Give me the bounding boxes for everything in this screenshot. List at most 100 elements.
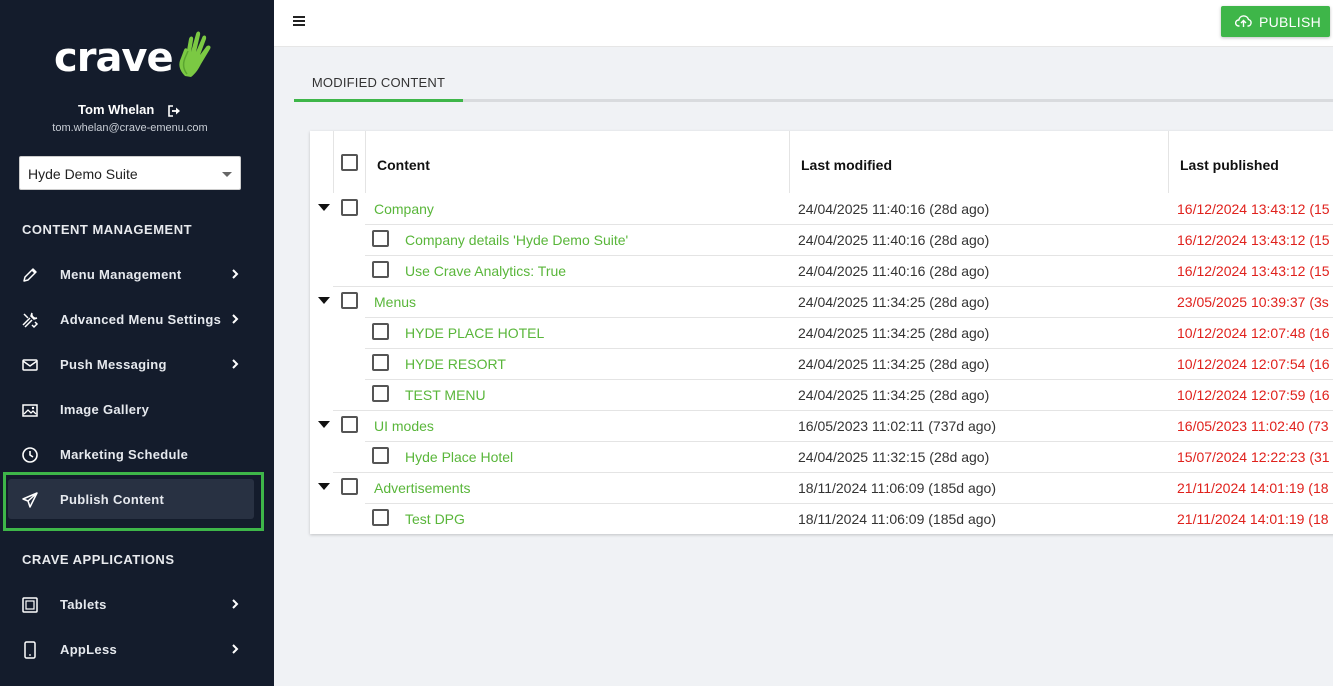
column-header-last-published[interactable]: Last published bbox=[1180, 131, 1279, 193]
row-checkbox[interactable] bbox=[341, 199, 358, 216]
hamburger-menu-icon[interactable] bbox=[293, 16, 305, 26]
tab-bar: MODIFIED CONTENT bbox=[294, 61, 1333, 102]
sidebar-item-publish-content[interactable]: Publish Content bbox=[0, 479, 274, 519]
content-name-link[interactable]: Company details 'Hyde Demo Suite' bbox=[405, 232, 628, 248]
row-checkbox[interactable] bbox=[341, 416, 358, 433]
suite-select[interactable]: Hyde Demo Suite bbox=[19, 156, 241, 190]
content-name-link[interactable]: Test DPG bbox=[405, 511, 465, 527]
logo-text: crave bbox=[54, 35, 174, 81]
last-published-value: 16/05/2023 11:02:40 (73 bbox=[1177, 418, 1329, 434]
sidebar-item-label: Tablets bbox=[60, 597, 107, 612]
user-name: Tom Whelan bbox=[0, 102, 260, 117]
table-row[interactable]: HYDE PLACE HOTEL 24/04/2025 11:34:25 (28d… bbox=[310, 317, 1333, 348]
user-name-text: Tom Whelan bbox=[78, 102, 155, 117]
sidebar-item-tablets[interactable]: Tablets bbox=[0, 584, 274, 624]
row-checkbox[interactable] bbox=[372, 385, 389, 402]
table-row[interactable]: TEST MENU 24/04/2025 11:34:25 (28d ago) 10… bbox=[310, 379, 1333, 410]
row-checkbox[interactable] bbox=[372, 509, 389, 526]
table-group-row[interactable]: UI modes 16/05/2023 11:02:11 (737d ago) 16… bbox=[310, 410, 1333, 441]
content-name-link[interactable]: Menus bbox=[374, 294, 416, 310]
content-name-link[interactable]: UI modes bbox=[374, 418, 434, 434]
row-checkbox[interactable] bbox=[372, 230, 389, 247]
row-checkbox[interactable] bbox=[372, 323, 389, 340]
select-all-checkbox[interactable] bbox=[341, 154, 358, 171]
row-checkbox[interactable] bbox=[372, 354, 389, 371]
content-name-link[interactable]: Company bbox=[374, 201, 434, 217]
sidebar-item-marketing-schedule[interactable]: Marketing Schedule bbox=[0, 434, 274, 474]
row-checkbox[interactable] bbox=[372, 447, 389, 464]
column-header-last-modified[interactable]: Last modified bbox=[801, 131, 892, 193]
row-checkbox[interactable] bbox=[372, 261, 389, 278]
phone-icon bbox=[24, 641, 36, 659]
expand-toggle-icon[interactable] bbox=[318, 421, 330, 428]
expand-toggle-icon[interactable] bbox=[318, 297, 330, 304]
content-name-link[interactable]: TEST MENU bbox=[405, 387, 486, 403]
sidebar-item-label: Publish Content bbox=[60, 492, 165, 507]
row-checkbox[interactable] bbox=[341, 478, 358, 495]
row-checkbox[interactable] bbox=[341, 292, 358, 309]
chevron-down-icon bbox=[222, 172, 232, 177]
content-name-link[interactable]: Hyde Place Hotel bbox=[405, 449, 513, 465]
sidebar-item-appless[interactable]: AppLess bbox=[0, 629, 274, 669]
content-name-link[interactable]: Advertisements bbox=[374, 480, 470, 496]
sidebar-item-menu-management[interactable]: Menu Management bbox=[0, 254, 274, 294]
sidebar-item-image-gallery[interactable]: Image Gallery bbox=[0, 389, 274, 429]
crave-logo[interactable]: crave bbox=[54, 26, 213, 78]
last-published-value: 10/12/2024 12:07:59 (16 bbox=[1177, 387, 1330, 403]
table-row[interactable]: Use Crave Analytics: True 24/04/2025 11:4… bbox=[310, 255, 1333, 286]
sidebar-item-label: Push Messaging bbox=[60, 357, 167, 372]
table-row[interactable]: Hyde Place Hotel 24/04/2025 11:32:15 (28d… bbox=[310, 441, 1333, 472]
column-divider bbox=[365, 131, 366, 193]
last-modified-value: 24/04/2025 11:40:16 (28d ago) bbox=[798, 201, 990, 217]
last-modified-value: 24/04/2025 11:32:15 (28d ago) bbox=[798, 449, 990, 465]
table-row[interactable]: Company details 'Hyde Demo Suite' 24/04/2… bbox=[310, 224, 1333, 255]
content-name-link[interactable]: HYDE PLACE HOTEL bbox=[405, 325, 544, 341]
publish-button[interactable]: PUBLISH bbox=[1221, 6, 1330, 37]
active-tab-indicator bbox=[294, 99, 463, 102]
cloud-upload-icon bbox=[1235, 15, 1252, 27]
expand-toggle-icon[interactable] bbox=[318, 204, 330, 211]
table-row[interactable]: HYDE RESORT 24/04/2025 11:34:25 (28d ago)… bbox=[310, 348, 1333, 379]
tab-modified-content[interactable]: MODIFIED CONTENT bbox=[294, 61, 463, 102]
hand-logo-icon bbox=[179, 31, 211, 77]
clock-icon bbox=[22, 447, 38, 463]
last-modified-value: 24/04/2025 11:40:16 (28d ago) bbox=[798, 232, 990, 248]
paper-plane-icon bbox=[22, 492, 38, 508]
chevron-right-icon bbox=[232, 269, 239, 279]
last-published-value: 16/12/2024 13:43:12 (15 bbox=[1177, 263, 1330, 279]
content-name-link[interactable]: HYDE RESORT bbox=[405, 356, 506, 372]
section-crave-applications: CRAVE APPLICATIONS bbox=[22, 552, 175, 567]
publish-button-label: PUBLISH bbox=[1259, 14, 1322, 30]
column-divider bbox=[1168, 131, 1169, 193]
chevron-right-icon bbox=[232, 599, 239, 609]
table-group-row[interactable]: Company 24/04/2025 11:40:16 (28d ago) 16/1… bbox=[310, 193, 1333, 224]
sidebar-item-advanced-menu-settings[interactable]: Advanced Menu Settings bbox=[0, 299, 274, 339]
table-group-row[interactable]: Menus 24/04/2025 11:34:25 (28d ago) 23/05/… bbox=[310, 286, 1333, 317]
column-header-content[interactable]: Content bbox=[377, 131, 430, 193]
last-published-value: 16/12/2024 13:43:12 (15 bbox=[1177, 232, 1330, 248]
last-published-value: 21/11/2024 14:01:19 (18 bbox=[1177, 480, 1329, 496]
content-table: Content Last modified Last published Com… bbox=[310, 131, 1333, 534]
last-modified-value: 24/04/2025 11:34:25 (28d ago) bbox=[798, 325, 990, 341]
header-divider bbox=[310, 193, 1333, 194]
sidebar-item-label: Image Gallery bbox=[60, 402, 150, 417]
last-published-value: 16/12/2024 13:43:12 (15 bbox=[1177, 201, 1330, 217]
table-row[interactable]: Test DPG 18/11/2024 11:06:09 (185d ago) 21… bbox=[310, 503, 1333, 534]
sidebar-item-push-messaging[interactable]: Push Messaging bbox=[0, 344, 274, 384]
last-modified-value: 24/04/2025 11:34:25 (28d ago) bbox=[798, 387, 990, 403]
chevron-right-icon bbox=[232, 644, 239, 654]
sidebar-item-label: Marketing Schedule bbox=[60, 447, 189, 462]
last-modified-value: 24/04/2025 11:40:16 (28d ago) bbox=[798, 263, 990, 279]
last-published-value: 21/11/2024 14:01:19 (18 bbox=[1177, 511, 1329, 527]
sidebar-item-label: Advanced Menu Settings bbox=[60, 312, 222, 327]
last-modified-value: 24/04/2025 11:34:25 (28d ago) bbox=[798, 294, 990, 310]
logout-icon[interactable] bbox=[168, 104, 182, 117]
expand-toggle-icon[interactable] bbox=[318, 483, 330, 490]
tablet-icon bbox=[22, 597, 38, 613]
last-published-value: 10/12/2024 12:07:54 (16 bbox=[1177, 356, 1330, 372]
content-name-link[interactable]: Use Crave Analytics: True bbox=[405, 263, 566, 279]
table-group-row[interactable]: Advertisements 18/11/2024 11:06:09 (185d … bbox=[310, 472, 1333, 503]
last-modified-value: 18/11/2024 11:06:09 (185d ago) bbox=[798, 480, 996, 496]
chevron-right-icon bbox=[232, 314, 239, 324]
sidebar-item-label: Menu Management bbox=[60, 267, 182, 282]
